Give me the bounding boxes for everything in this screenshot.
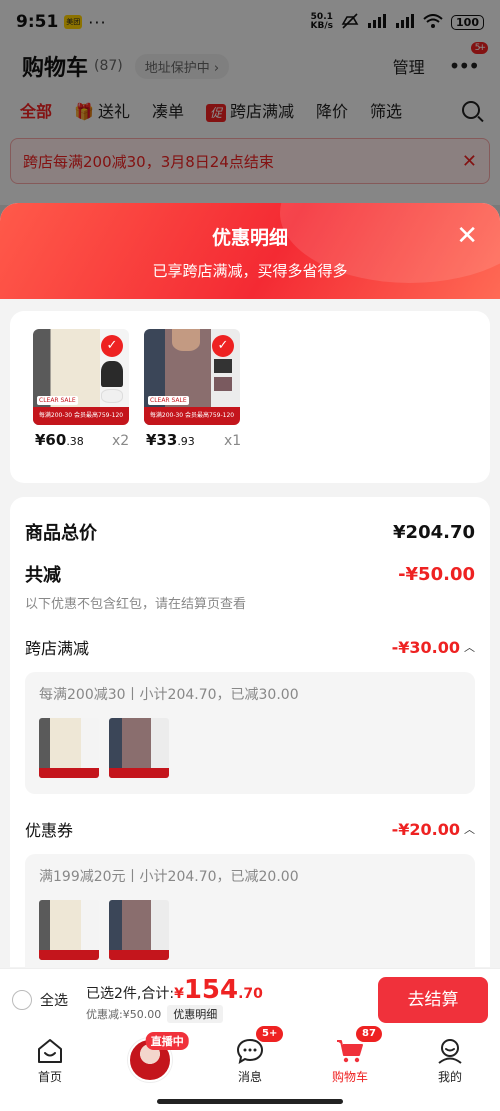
close-icon[interactable]: ✕ [456,221,478,251]
total-value: ¥204.70 [393,521,475,543]
reduction-note: 以下优惠不包含红包，请在结算页查看 [25,597,247,612]
chevron-up-icon[interactable]: ︿ [464,821,475,837]
checkout-discount-line: 优惠减:¥50.00 优惠明细 [86,1004,263,1023]
cart-badge: 87 [356,1026,382,1042]
section-thumbnails [39,900,461,960]
select-all-label[interactable]: 全选 [40,990,68,1010]
product-tag: CLEAR SALE [37,396,78,405]
tab-home[interactable]: 首页 [0,1030,100,1111]
checkout-summary: 已选2件,合计: ¥ 154 .70 优惠减:¥50.00 优惠明细 [86,977,263,1023]
product-mini-thumbnail [109,900,169,960]
home-icon [36,1038,64,1064]
discount-detail-button[interactable]: 优惠明细 [167,1004,224,1023]
product-mini-thumbnail [109,718,169,778]
sheet-title: 优惠明细 [211,227,288,249]
checked-icon: ✓ [212,335,234,357]
product-qty: x1 [224,433,242,449]
product-promo-strip: 每满200-30 会员最高759-120 [33,407,129,425]
total-reduction-row: 共减 -¥50.00 [25,561,475,587]
total-label: 商品总价 [25,523,97,544]
checked-icon: ✓ [101,335,123,357]
section-detail-box: 满199减20元丨小计204.70，已减20.00 [25,854,475,970]
tab-me[interactable]: 我的 [400,1030,500,1111]
product-mini-thumbnail [39,900,99,960]
product-thumbnail[interactable]: CLEAR SALE 每满200-30 会员最高759-120 ✓ [33,329,129,425]
product-item[interactable]: CLEAR SALE 每满200-30 会员最高759-120 ✓ [144,329,240,425]
message-icon [236,1038,264,1065]
reduction-value: -¥50.00 [398,563,475,585]
product-price: ¥33.93 [146,431,195,449]
discount-detail-sheet: 优惠明细 已享跨店满减，买得多省得多 ✕ CLEAR SALE 每满200-30… [0,203,500,970]
cart-icon [336,1038,364,1064]
product-tag: CLEAR SALE [148,396,189,405]
dim-overlay[interactable] [0,0,500,205]
product-promo-strip: 每满200-30 会员最高759-120 [144,407,240,425]
sheet-subtitle: 已享跨店满减，买得多省得多 [152,262,348,280]
section-header-cross-store[interactable]: 跨店满减 -¥30.00 ︿ [25,632,475,662]
product-qty: x2 [112,433,130,449]
section-label: 优惠券 [25,821,74,840]
checkout-bar: 全选 已选2件,合计: ¥ 154 .70 优惠减:¥50.00 优惠明细 去结… [0,968,500,1030]
checkout-amount: 154 [183,974,239,1005]
chevron-up-icon[interactable]: ︿ [464,639,475,655]
product-item[interactable]: CLEAR SALE 每满200-30 会员最高759-120 ✓ [33,329,129,425]
product-list-card: CLEAR SALE 每满200-30 会员最高759-120 ✓ ¥60.38… [10,311,490,483]
checkout-button[interactable]: 去结算 [378,976,488,1023]
section-label: 跨店满减 [25,639,90,658]
sheet-header: 优惠明细 已享跨店满减，买得多省得多 ✕ [0,203,500,299]
section-value: -¥30.00 [391,637,460,657]
product-price: ¥60.38 [35,431,84,449]
home-indicator [157,1099,343,1104]
discount-detail-card: 商品总价 ¥204.70 共减 -¥50.00 以下优惠不包含红包，请在结算页查… [10,497,490,970]
product-thumbnail[interactable]: CLEAR SALE 每满200-30 会员最高759-120 ✓ [144,329,240,425]
section-thumbnails [39,718,461,778]
profile-icon [436,1038,464,1064]
section-detail-text: 满199减20元丨小计204.70，已减20.00 [39,869,299,885]
section-value: -¥20.00 [391,819,460,839]
section-detail-text: 每满200减30丨小计204.70，已减30.00 [39,687,299,703]
messages-badge: 5+ [256,1026,284,1042]
product-mini-thumbnail [39,718,99,778]
select-all-radio[interactable] [12,989,32,1010]
reduction-label: 共减 [25,565,61,586]
checkout-total-line: 已选2件,合计: ¥ 154 .70 [86,974,263,1005]
total-price-row: 商品总价 ¥204.70 [25,497,475,561]
live-badge: 直播中 [145,1032,189,1050]
section-detail-box: 每满200减30丨小计204.70，已减30.00 [25,672,475,794]
section-header-coupon[interactable]: 优惠券 -¥20.00 ︿ [25,814,475,844]
